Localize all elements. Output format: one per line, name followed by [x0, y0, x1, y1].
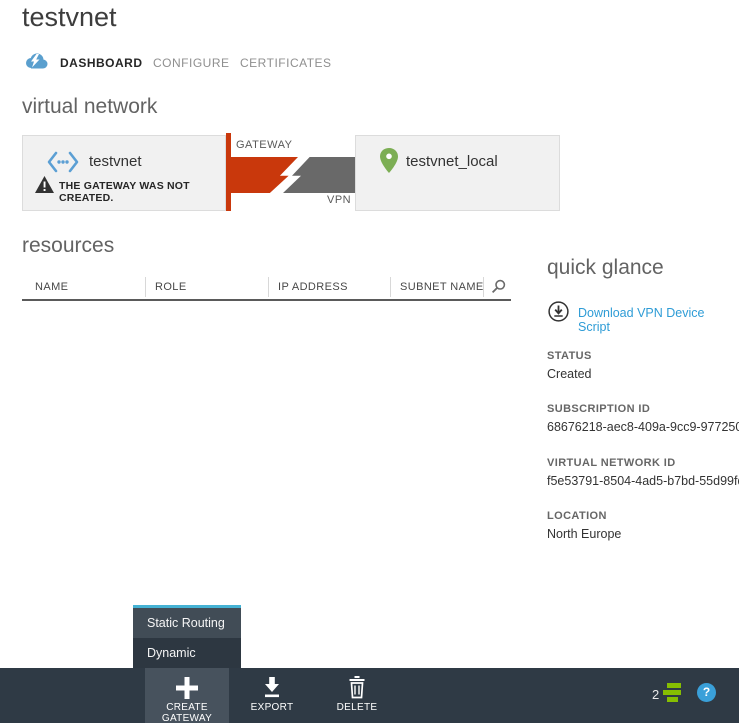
- column-header-ip: IP ADDRESS: [278, 281, 348, 293]
- tab-configure[interactable]: CONFIGURE: [153, 56, 230, 70]
- delete-button[interactable]: DELETE: [325, 668, 389, 723]
- menu-item-dynamic-routing[interactable]: Dynamic Routing: [133, 638, 241, 668]
- location-value: North Europe: [547, 527, 739, 541]
- download-circle-icon[interactable]: [548, 301, 569, 322]
- export-label: EXPORT: [240, 702, 304, 713]
- section-title-quick-glance: quick glance: [547, 256, 664, 280]
- menu-item-static-routing[interactable]: Static Routing: [133, 608, 241, 638]
- plus-icon: [145, 675, 229, 701]
- export-button[interactable]: EXPORT: [240, 668, 304, 723]
- virtual-network-icon: [47, 151, 79, 173]
- column-header-role: ROLE: [155, 281, 187, 293]
- gateway-label: GATEWAY: [236, 139, 292, 151]
- help-icon[interactable]: ?: [697, 683, 716, 702]
- status-value: Created: [547, 367, 739, 381]
- warning-icon: [35, 176, 54, 193]
- section-title-resources: resources: [22, 234, 114, 258]
- column-divider: [483, 277, 484, 297]
- column-divider: [268, 277, 269, 297]
- vnet-name: testvnet: [89, 153, 142, 170]
- virtual-network-id-label: VIRTUAL NETWORK ID: [547, 457, 676, 469]
- subscription-id-label: SUBSCRIPTION ID: [547, 403, 650, 415]
- vpn-band-gray: [283, 157, 355, 193]
- operations-list-icon[interactable]: [662, 682, 686, 703]
- virtual-network-id-value: f5e53791-8504-4ad5-b7bd-55d99fd: [547, 474, 739, 488]
- create-gateway-button[interactable]: CREATE GATEWAY: [145, 668, 229, 723]
- tab-dashboard[interactable]: DASHBOARD: [60, 56, 143, 70]
- column-header-subnet: SUBNET NAME: [400, 281, 484, 293]
- search-icon[interactable]: [491, 279, 506, 294]
- column-divider: [145, 277, 146, 297]
- download-vpn-script-link[interactable]: Download VPN Device Script: [578, 306, 739, 334]
- command-bar: CREATE GATEWAY EXPORT DEL: [0, 668, 739, 723]
- vnet-box: testvnet THE GATEWAY WAS NOT CREATED.: [22, 135, 226, 211]
- column-divider: [390, 277, 391, 297]
- location-pin-icon: [379, 148, 399, 174]
- page-title: testvnet: [22, 2, 117, 33]
- tab-certificates[interactable]: CERTIFICATES: [240, 56, 332, 70]
- subscription-id-value: 68676218-aec8-409a-9cc9-97725074: [547, 420, 739, 434]
- local-network-box: testvnet_local: [355, 135, 560, 211]
- section-title-virtual-network: virtual network: [22, 95, 157, 119]
- column-header-name: NAME: [35, 281, 68, 293]
- export-icon: [240, 675, 304, 701]
- routing-menu: Static Routing Dynamic Routing: [133, 605, 241, 668]
- delete-label: DELETE: [325, 702, 389, 713]
- gateway-bar: [226, 133, 231, 211]
- cloud-icon: [24, 52, 48, 69]
- vpn-label: VPN: [327, 194, 351, 206]
- local-network-name: testvnet_local: [406, 153, 498, 170]
- vnet-dashboard-page: testvnet DASHBOARD CONFIGURE CERTIFICATE…: [0, 0, 739, 723]
- table-header-underline: [22, 299, 511, 301]
- trash-icon: [325, 675, 389, 701]
- status-label: STATUS: [547, 350, 592, 362]
- location-label: LOCATION: [547, 510, 607, 522]
- operations-count[interactable]: 2: [652, 687, 659, 702]
- gateway-warning-text: THE GATEWAY WAS NOT CREATED.: [59, 180, 225, 204]
- create-gateway-label: CREATE GATEWAY: [145, 702, 229, 723]
- gateway-band-red: [231, 157, 298, 193]
